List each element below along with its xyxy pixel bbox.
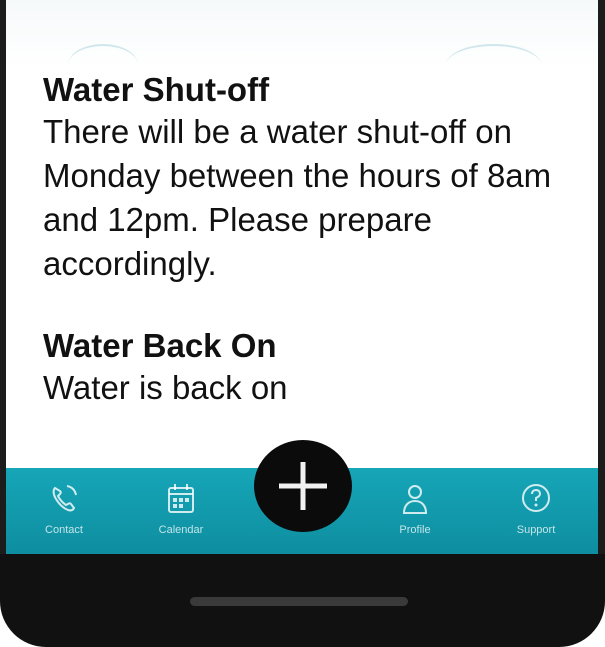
bezel-right [598, 0, 605, 560]
message-body: Water is back on [43, 369, 288, 406]
message-item[interactable]: Water Shut-off There will be a water shu… [43, 70, 583, 286]
nav-support-label: Support [516, 524, 556, 536]
nav-profile-label: Profile [399, 524, 431, 536]
message-list: Water Shut-off There will be a water shu… [43, 70, 583, 410]
message-title: Water Back On [43, 327, 277, 364]
message-title: Water Shut-off [43, 71, 270, 108]
nav-profile[interactable]: Profile [370, 480, 460, 536]
home-indicator[interactable] [190, 597, 408, 606]
add-button[interactable] [254, 440, 352, 532]
calendar-icon [168, 484, 194, 513]
nav-support[interactable]: Support [491, 480, 581, 536]
phone-icon [52, 485, 77, 512]
plus-icon [279, 462, 327, 510]
app-screen: Water Shut-off There will be a water shu… [6, 0, 598, 560]
phone-frame: Water Shut-off There will be a water shu… [0, 0, 605, 647]
nav-contact-label: Contact [45, 524, 83, 536]
message-body: There will be a water shut-off on Monday… [43, 113, 552, 282]
nav-calendar[interactable]: Calendar [136, 480, 226, 536]
user-icon [402, 485, 428, 514]
header-fade [6, 0, 598, 70]
message-item[interactable]: Water Back On Water is back on [43, 326, 583, 410]
nav-calendar-label: Calendar [158, 524, 204, 536]
help-icon [522, 484, 550, 512]
nav-contact[interactable]: Contact [19, 480, 109, 536]
